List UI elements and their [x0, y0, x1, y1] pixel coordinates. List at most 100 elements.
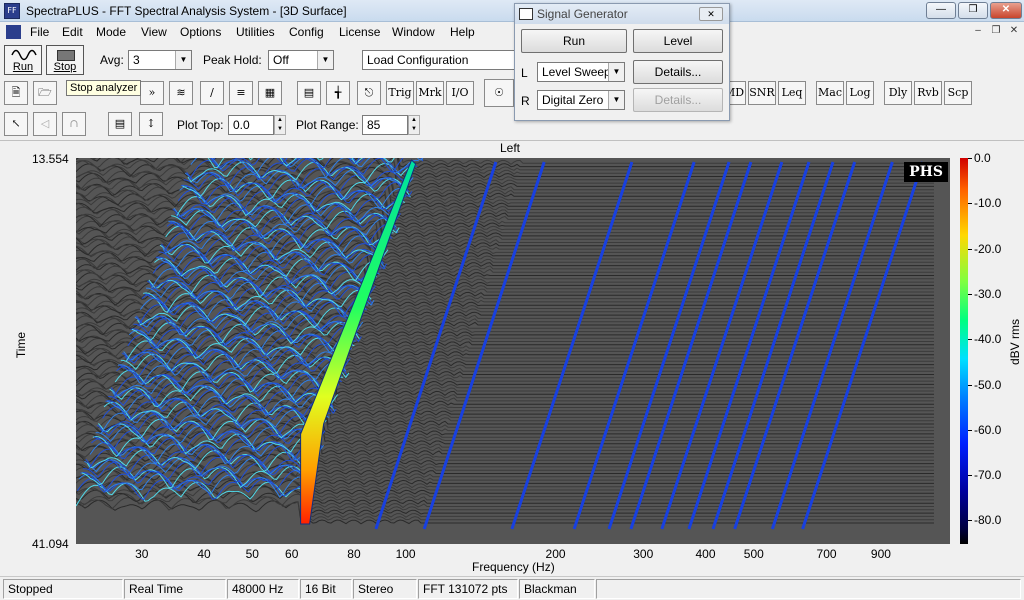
- menu-license[interactable]: License: [339, 25, 380, 39]
- colorbar-tick: [968, 520, 972, 522]
- mdi-close-icon[interactable]: ✕: [1006, 25, 1022, 39]
- colorbar-tick-label: -80.0: [974, 513, 1002, 528]
- close-icon[interactable]: ✕: [990, 2, 1022, 19]
- trig-button[interactable]: Trig: [386, 81, 414, 105]
- plot-top-label: Plot Top:: [177, 118, 224, 132]
- y-axis-top-label: 13.554: [32, 152, 69, 166]
- table-icon[interactable]: ▤: [297, 81, 321, 105]
- right-details-button[interactable]: Details...: [633, 88, 723, 112]
- plot-top-input[interactable]: 0.0: [228, 115, 274, 135]
- microphone-icon[interactable]: ⎋: [357, 81, 381, 105]
- menu-options[interactable]: Options: [180, 25, 221, 39]
- rvb-button[interactable]: Rvb: [914, 81, 942, 105]
- waterfall-icon[interactable]: ≡: [229, 81, 253, 105]
- status-fft: FFT 131072 pts: [418, 579, 518, 599]
- siggen-run-button[interactable]: Run: [521, 29, 627, 53]
- app-icon[interactable]: FF: [4, 3, 20, 19]
- toolbar-main: Run Stop Avg: 3 ▼ Peak Hold: Off ▼ Load …: [0, 42, 1024, 78]
- colorbar: [960, 158, 968, 544]
- colorbar-tick-label: -20.0: [974, 241, 1002, 256]
- io-button[interactable]: I/O: [446, 81, 474, 105]
- x-tick-label: 100: [395, 547, 416, 561]
- menu-view[interactable]: View: [141, 25, 167, 39]
- left-mode-select[interactable]: Level Sweep ▼: [537, 62, 625, 82]
- peak-hold-select[interactable]: Off ▼: [268, 50, 334, 70]
- plot-background: [76, 158, 950, 544]
- plot-range-label: Plot Range:: [296, 118, 359, 132]
- colorbar-tick-label: 0.0: [974, 151, 991, 165]
- plot-range-input[interactable]: 85: [362, 115, 408, 135]
- menu-config[interactable]: Config: [289, 25, 324, 39]
- plot-top-spinner[interactable]: ▲ ▼: [274, 115, 286, 135]
- avg-label: Avg:: [100, 53, 124, 67]
- siggen-level-button[interactable]: Level: [633, 29, 723, 53]
- load-configuration-select[interactable]: Load Configuration: [362, 50, 516, 70]
- right-mode-select[interactable]: Digital Zero ▼: [537, 90, 625, 110]
- signal-generator-window: Signal Generator ✕ Run Level L Level Swe…: [514, 3, 730, 121]
- oscillator-icon[interactable]: ☉: [484, 79, 514, 107]
- snr-button[interactable]: SNR: [748, 81, 776, 105]
- open-folder-icon[interactable]: 🗁: [33, 81, 57, 105]
- menu-help[interactable]: Help: [450, 25, 475, 39]
- log-button[interactable]: Log: [846, 81, 874, 105]
- spectrum-icon[interactable]: ≋: [169, 81, 193, 105]
- vertical-range-icon[interactable]: ↕: [139, 112, 163, 136]
- status-rate: 48000 Hz: [227, 579, 299, 599]
- ramp-icon[interactable]: ∕: [200, 81, 224, 105]
- fast-forward-icon[interactable]: »: [140, 81, 164, 105]
- maximize-icon[interactable]: ❒: [958, 2, 988, 19]
- status-window: Blackman: [519, 579, 595, 599]
- colorbar-tick-label: -40.0: [974, 332, 1002, 347]
- menu-utilities[interactable]: Utilities: [236, 25, 275, 39]
- left-details-button[interactable]: Details...: [633, 60, 723, 84]
- leq-button[interactable]: Leq: [778, 81, 806, 105]
- colorbar-tick: [968, 248, 972, 250]
- dly-button[interactable]: Dly: [884, 81, 912, 105]
- plot-range-spinner[interactable]: ▲ ▼: [408, 115, 420, 135]
- mdi-minimize-icon[interactable]: –: [970, 25, 986, 39]
- plot-top-value: 0.0: [233, 118, 250, 132]
- x-tick-label: 60: [285, 547, 299, 561]
- menu-mode[interactable]: Mode: [96, 25, 126, 39]
- signal-generator-icon: [519, 8, 533, 20]
- mrk-button[interactable]: Mrk: [416, 81, 444, 105]
- colorbar-tick-label: -30.0: [974, 286, 1002, 301]
- chevron-down-icon: ▼: [608, 91, 624, 109]
- layout-icon[interactable]: ▤: [108, 112, 132, 136]
- run-button[interactable]: Run: [4, 45, 42, 75]
- mdi-restore-icon[interactable]: ❐: [988, 25, 1004, 39]
- surface-3d-icon[interactable]: ▦: [258, 81, 282, 105]
- document-icon[interactable]: [6, 25, 21, 39]
- toolbar-plot: ↖ ◁ ∩ ▤ ↕ Plot Top: 0.0 ▲ ▼ Plot Range: 8…: [0, 110, 1024, 140]
- y-axis-bottom-label: 41.094: [32, 537, 69, 551]
- scale-icon[interactable]: ╅: [326, 81, 350, 105]
- signal-generator-titlebar: Signal Generator ✕: [515, 4, 729, 24]
- menu-window[interactable]: Window: [392, 25, 435, 39]
- status-spare: [596, 579, 1021, 599]
- pointer-icon[interactable]: ↖: [4, 112, 28, 136]
- close-icon[interactable]: ✕: [699, 7, 723, 21]
- sine-wave-icon: [11, 49, 37, 61]
- peak-hold-value: Off: [273, 53, 289, 67]
- x-tick-label: 500: [743, 547, 764, 561]
- minimize-icon[interactable]: —: [926, 2, 956, 19]
- scp-button[interactable]: Scp: [944, 81, 972, 105]
- mac-button[interactable]: Mac: [816, 81, 844, 105]
- load-configuration-value: Load Configuration: [367, 53, 469, 67]
- colorbar-tick: [968, 203, 972, 205]
- speaker-icon[interactable]: ◁: [33, 112, 57, 136]
- avg-select[interactable]: 3 ▼: [128, 50, 192, 70]
- menu-edit[interactable]: Edit: [62, 25, 83, 39]
- x-tick-label: 30: [135, 547, 149, 561]
- menu-file[interactable]: File: [30, 25, 49, 39]
- window-title: SpectraPLUS - FFT Spectral Analysis Syst…: [26, 4, 347, 18]
- peak-icon[interactable]: ∩: [62, 112, 86, 136]
- stop-button[interactable]: Stop: [46, 45, 84, 75]
- new-file-icon[interactable]: 🗎: [4, 81, 28, 105]
- toolbar-tools: 🗎 🗁 » ≋ ∕ ≡ ▦ ▤ ╅ ⎋ Trig Mrk I/O ☉ MD SN…: [0, 78, 1024, 110]
- right-channel-label: R: [521, 94, 530, 108]
- left-mode-value: Level Sweep: [542, 65, 608, 79]
- colorbar-tick: [968, 158, 972, 159]
- colorbar-tick-label: -50.0: [974, 377, 1002, 392]
- x-axis-title: Frequency (Hz): [472, 560, 555, 574]
